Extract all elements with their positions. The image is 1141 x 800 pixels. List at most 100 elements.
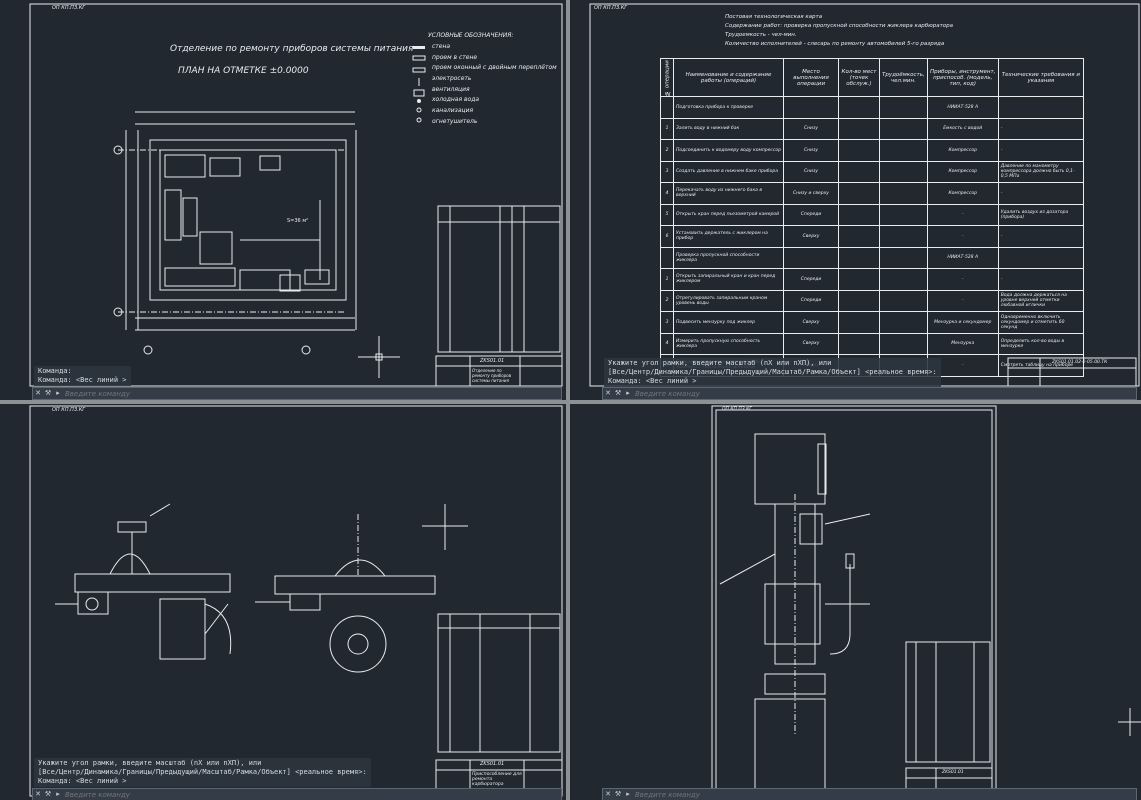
op-number: 5 xyxy=(660,203,674,226)
col-header: Приборы, инструмент, приспособ. (модель,… xyxy=(926,58,999,97)
op-number: 3 xyxy=(660,160,674,183)
op-place xyxy=(783,246,839,269)
op-labor xyxy=(879,289,928,312)
op-points xyxy=(838,311,880,334)
legend-item: огнетушитель xyxy=(432,117,478,125)
op-place: Спереди xyxy=(783,268,839,291)
op-place xyxy=(783,96,839,119)
header-line: Трудоемкость - чел-мин. xyxy=(725,32,797,38)
viewport-bottom-left[interactable]: ОП КП.ПЗ.КГ ZKS01.01 Приспособление для … xyxy=(0,404,566,800)
history-line: [Все/Центр/Динамика/Границы/Предыдущий/М… xyxy=(38,768,367,776)
history-line: Команда: <Вес линий > xyxy=(38,777,127,785)
op-place: Спереди xyxy=(783,203,839,226)
legend-item: холодная вода xyxy=(432,96,480,104)
table-row: 1 Открыть запиральный кран и кран перед ж… xyxy=(660,268,1085,291)
col-header: Технические требования и указания xyxy=(997,58,1085,97)
op-requirement: - xyxy=(997,117,1085,140)
op-place: Снизу xyxy=(783,117,839,140)
op-name: Подсоединить к водомеру воду компрессор xyxy=(673,139,784,162)
command-line[interactable]: ✕ ⚒ ▸ xyxy=(602,788,1137,800)
operations-table: № операции Наименование и содержание раб… xyxy=(660,58,1085,377)
op-points xyxy=(838,182,880,205)
op-requirement: Вода должна держаться на уровне верхней … xyxy=(997,289,1085,312)
wrench-icon[interactable]: ⚒ xyxy=(613,790,623,799)
command-input[interactable] xyxy=(63,790,561,799)
device-drawing xyxy=(711,405,1141,800)
op-requirement: Давление по манометру компрессора должно… xyxy=(997,160,1085,183)
wrench-icon[interactable]: ⚒ xyxy=(43,389,53,398)
viewport-bottom-right[interactable]: ОП КП.ПЗ.КГ ZKS01.01 ✕ ⚒ ▸ xyxy=(570,404,1141,800)
op-tool: - xyxy=(926,225,999,248)
command-line[interactable]: ✕ ⚒ ▸ xyxy=(32,788,562,800)
header-line: Постовая технологическая карта xyxy=(725,14,823,20)
area-label: S=36 м² xyxy=(287,218,308,224)
table-row: 2 Подсоединить к водомеру воду компрессор… xyxy=(660,139,1085,162)
legend-item: стена xyxy=(432,43,451,50)
op-requirement: Определить кол-во воды в мензурке xyxy=(997,332,1085,355)
op-place: Снизу и сверху xyxy=(783,182,839,205)
op-place: Снизу xyxy=(783,139,839,162)
op-name: Подвесить мензурку под жиклер xyxy=(673,311,784,334)
op-place: Снизу xyxy=(783,160,839,183)
command-input[interactable] xyxy=(633,790,1136,799)
viewport-top-right[interactable]: ОП КП.ПЗ.КГ Постовая технологическая кар… xyxy=(570,0,1141,400)
wrench-icon[interactable]: ⚒ xyxy=(613,389,623,398)
plan-title: ПЛАН НА ОТМЕТКЕ ±0.0000 xyxy=(178,66,309,76)
command-history: Команда: Команда: <Вес линий > xyxy=(34,366,131,386)
op-name: Отрегулировать запиральным краном уровен… xyxy=(673,289,784,312)
close-icon[interactable]: ✕ xyxy=(33,389,43,398)
table-row: 6 Установить держатель с жиклером на приб… xyxy=(660,225,1085,248)
op-requirement: - xyxy=(997,182,1085,205)
op-points xyxy=(838,268,880,291)
op-requirement: - xyxy=(997,139,1085,162)
op-requirement: Смотреть таблицу на приборе xyxy=(997,354,1085,377)
command-line[interactable]: ✕ ⚒ ▸ xyxy=(32,387,562,400)
command-history: Укажите угол рамки, введите масштаб (nX … xyxy=(34,758,371,787)
legend-item: канализация xyxy=(432,107,474,115)
op-requirement xyxy=(997,96,1085,119)
table-row: Подготовка прибора к проверке НИИАТ-528 А xyxy=(660,96,1085,119)
op-requirement: Одновременно включить секундомер и отмет… xyxy=(997,311,1085,334)
history-line: Команда: <Вес линий > xyxy=(38,376,127,384)
command-input[interactable] xyxy=(633,389,1136,398)
col-header: Место выполнения операции xyxy=(783,58,839,97)
header-line: Количество исполнителей - слесарь по рем… xyxy=(725,41,945,47)
wrench-icon[interactable]: ⚒ xyxy=(43,790,53,799)
op-place: Сверху xyxy=(783,332,839,355)
prompt-icon: ▸ xyxy=(626,790,630,798)
command-line[interactable]: ✕ ⚒ ▸ xyxy=(602,387,1137,400)
map-header: Постовая технологическая карта Содержани… xyxy=(725,14,953,50)
legend-list: стена проем в стене проем оконный с двой… xyxy=(432,43,557,129)
table-row: 4 Перекачать воду из нижнего бака в верхн… xyxy=(660,182,1085,205)
op-tool: Компрессор xyxy=(926,160,999,183)
close-icon[interactable]: ✕ xyxy=(603,790,613,799)
op-labor xyxy=(879,160,928,183)
stamp-description: Отделение по ремонту приборов системы пи… xyxy=(472,368,512,383)
op-number: 2 xyxy=(660,139,674,162)
stamp-description: Приспособление для ремонта карбюратора xyxy=(472,772,522,787)
corner-label: ОП КП.ПЗ.КГ xyxy=(52,407,86,413)
op-number: 6 xyxy=(660,225,674,248)
command-input[interactable] xyxy=(63,389,561,398)
op-labor xyxy=(879,182,928,205)
op-tool: Емкость с водой xyxy=(926,117,999,140)
op-labor xyxy=(879,225,928,248)
op-name: Перекачать воду из нижнего бака в верхни… xyxy=(673,182,784,205)
stamp-code: ZKS01.01.02-0-05.00.ТК xyxy=(1052,360,1108,365)
viewport-top-left[interactable]: S=36 м² ОП КП.ПЗ.КГ Отделение по ремонту… xyxy=(0,0,566,400)
op-points xyxy=(838,332,880,355)
legend-item: проем оконный с двойным переплётом xyxy=(432,64,557,72)
stamp-code: ZKS01.01 xyxy=(480,358,505,364)
op-tool: НИИАТ-528 А xyxy=(926,246,999,269)
op-name: Измерить пропускную способность жиклера xyxy=(673,332,784,355)
op-name: Залить воду в нижний бак xyxy=(673,117,784,140)
table-row: 5 Открыть кран перед пьезометрой камерой С… xyxy=(660,203,1085,226)
legend-item: проем в стене xyxy=(432,53,478,61)
op-labor xyxy=(879,246,928,269)
close-icon[interactable]: ✕ xyxy=(603,389,613,398)
op-points xyxy=(838,225,880,248)
corner-label: ОП КП.ПЗ.КГ xyxy=(52,5,86,11)
op-points xyxy=(838,160,880,183)
close-icon[interactable]: ✕ xyxy=(33,790,43,799)
op-points xyxy=(838,96,880,119)
